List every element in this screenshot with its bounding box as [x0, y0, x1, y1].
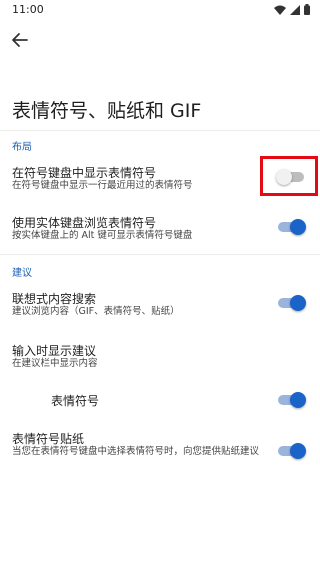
section-header-layout: 布局 — [12, 142, 32, 153]
setting-summary: 建议浏览内容（GIF、表情符号、贴纸） — [12, 306, 180, 317]
highlight-box — [260, 156, 318, 196]
setting-summary: 按实体键盘上的 Alt 键可显示表情符号键盘 — [12, 230, 193, 241]
status-time: 11:00 — [12, 3, 44, 16]
status-icons — [274, 4, 310, 15]
physical-keyboard-emoji-toggle[interactable] — [278, 216, 306, 238]
arrow-back-icon — [12, 33, 28, 47]
setting-emoji-stickers[interactable]: 表情符号贴纸 当您在表情符号键盘中选择表情符号时，向您提供贴纸建议 — [0, 426, 320, 476]
status-bar: 11:00 — [0, 0, 320, 20]
setting-summary: 在符号键盘中显示一行最近用过的表情符号 — [12, 180, 193, 191]
toggle-thumb — [290, 295, 306, 311]
setting-contextual-search[interactable]: 联想式内容搜索 建议浏览内容（GIF、表情符号、贴纸） — [0, 286, 320, 326]
setting-show-suggestions[interactable]: 输入时显示建议 在建议栏中显示内容 — [0, 338, 320, 374]
toggle-thumb — [290, 392, 306, 408]
signal-icon — [290, 4, 300, 15]
contextual-search-toggle[interactable] — [278, 292, 306, 314]
section-header-suggestions: 建议 — [12, 268, 32, 279]
section-divider — [0, 254, 320, 255]
setting-physical-keyboard-emoji[interactable]: 使用实体键盘浏览表情符号 按实体键盘上的 Alt 键可显示表情符号键盘 — [0, 210, 320, 250]
emoji-suggestions-toggle[interactable] — [278, 389, 306, 411]
toggle-thumb — [290, 443, 306, 459]
wifi-icon — [274, 5, 286, 15]
battery-icon — [304, 4, 310, 15]
emoji-stickers-toggle[interactable] — [278, 440, 306, 462]
setting-emoji-suggestions[interactable]: 表情符号 — [0, 386, 320, 414]
back-button[interactable] — [8, 28, 32, 52]
setting-title: 表情符号 — [51, 394, 100, 408]
toggle-thumb — [290, 219, 306, 235]
page-title: 表情符号、贴纸和 GIF — [12, 100, 202, 122]
title-divider — [0, 130, 320, 131]
setting-summary: 当您在表情符号键盘中选择表情符号时，向您提供贴纸建议 — [12, 446, 260, 457]
setting-summary: 在建议栏中显示内容 — [12, 358, 98, 369]
